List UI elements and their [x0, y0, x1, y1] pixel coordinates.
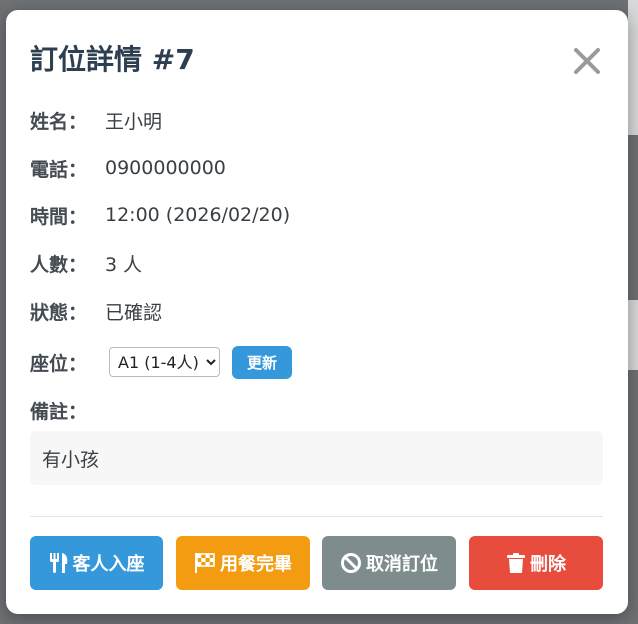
delete-button[interactable]: 刪除: [469, 536, 603, 590]
cancel-booking-button[interactable]: 取消訂位: [322, 536, 456, 590]
people-label: 人數：: [30, 253, 88, 276]
divider: [30, 516, 603, 517]
time-row: 時間： 12:00 (2026/02/20): [30, 200, 290, 230]
phone-label: 電話：: [30, 158, 88, 181]
status-row: 狀態： 已確認: [30, 296, 162, 326]
name-row: 姓名： 王小明: [30, 105, 162, 135]
checkered-flag-icon: [195, 553, 215, 573]
trash-icon: [507, 553, 525, 573]
time-label: 時間：: [30, 205, 88, 228]
close-icon: [574, 48, 600, 74]
status-label: 狀態：: [30, 301, 88, 324]
seat-row: 座位： A1 (1-4人) 更新: [30, 345, 293, 379]
utensils-icon: [49, 553, 67, 573]
modal-title: 訂位詳情 #7: [30, 43, 195, 76]
seat-guest-button[interactable]: 客人入座: [30, 536, 163, 590]
note-label: 備註：: [30, 400, 88, 423]
phone-value: 0900000000: [105, 157, 226, 179]
delete-label: 刪除: [530, 554, 566, 575]
cancel-booking-label: 取消訂位: [366, 554, 438, 575]
phone-row: 電話： 0900000000: [30, 153, 226, 183]
note-label-row: 備註：: [30, 395, 105, 425]
note-box: 有小孩: [30, 431, 603, 485]
finish-meal-button[interactable]: 用餐完畢: [176, 536, 310, 590]
status-value: 已確認: [105, 301, 163, 324]
finish-meal-label: 用餐完畢: [220, 554, 292, 575]
seat-select[interactable]: A1 (1-4人): [109, 347, 220, 377]
backdrop-strip-top: [628, 0, 638, 135]
people-value: 3 人: [105, 253, 143, 276]
close-button[interactable]: [570, 44, 604, 78]
seat-label: 座位：: [30, 352, 88, 375]
backdrop-strip-bottom: [628, 300, 638, 370]
time-value: 12:00 (2026/02/20): [105, 204, 291, 226]
booking-detail-modal: 訂位詳情 #7 姓名： 王小明 電話： 0900000000 時間： 12:00…: [6, 10, 628, 614]
name-label: 姓名：: [30, 110, 88, 133]
ban-icon: [341, 553, 361, 573]
people-row: 人數： 3 人: [30, 248, 142, 278]
note-value: 有小孩: [42, 448, 100, 471]
name-value: 王小明: [105, 110, 163, 133]
update-seat-button[interactable]: 更新: [232, 345, 293, 379]
seat-guest-label: 客人入座: [72, 554, 145, 575]
